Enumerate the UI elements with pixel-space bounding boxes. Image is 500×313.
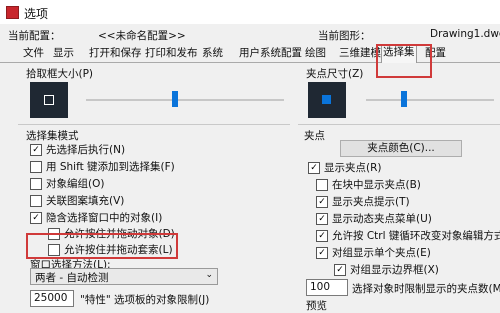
grip-in-blocks[interactable]: 在块中显示夹点(B)	[316, 177, 421, 192]
current-config-label: 当前配置：	[8, 30, 61, 42]
grip-single-group[interactable]: ✓ 对组显示单个夹点(E)	[316, 245, 431, 260]
checkbox-associative-hatch[interactable]	[30, 194, 42, 207]
grips-title: 夹点	[304, 130, 325, 142]
grip-size-title: 夹点尺寸(Z)	[306, 68, 364, 80]
grip-size-preview	[308, 82, 346, 118]
grip-slider-thumb[interactable]	[401, 91, 408, 107]
pickbox-preview	[30, 82, 68, 118]
tab-drafting[interactable]: 绘图	[304, 46, 327, 61]
profile-bar: 当前配置： <<未命名配置>> 当前图形： Drawing1.dwg	[0, 28, 500, 44]
tab-user-preferences[interactable]: 用户系统配置	[238, 46, 303, 61]
grip-ctrl-cycle[interactable]: ✓ 允许按 Ctrl 键循环改变对象编辑方式	[316, 228, 500, 243]
mode-associative-hatch[interactable]: 关联图案填充(V)	[30, 193, 124, 208]
grip-slider-track[interactable]	[366, 99, 494, 101]
tab-plot-publish[interactable]: 打印和发布	[144, 46, 199, 61]
tab-open-save[interactable]: 打开和保存	[88, 46, 143, 61]
preview-title: 预览	[306, 300, 327, 312]
grip-limit-label: 选择对象时限制显示的夹点数(M)	[352, 283, 500, 295]
pickbox-square-icon	[44, 95, 54, 105]
grip-dynamic-menu[interactable]: ✓ 显示动态夹点菜单(U)	[316, 211, 432, 226]
lasso-option-highlight	[26, 233, 178, 259]
checkbox-dynamic-grip-menu[interactable]: ✓	[316, 212, 328, 225]
mode-object-grouping[interactable]: 对象编组(O)	[30, 176, 104, 191]
window-title: 选项	[24, 7, 49, 21]
title-bar: 选项	[0, 0, 500, 24]
selection-tab-highlight	[376, 44, 432, 78]
checkbox-ctrl-cycle[interactable]: ✓	[316, 229, 328, 242]
right-divider	[298, 124, 500, 125]
current-config-value: <<未命名配置>>	[98, 30, 186, 42]
checkbox-single-group-grip[interactable]: ✓	[316, 246, 328, 259]
window-method-value: 两者 - 自动检测	[35, 272, 109, 284]
app-icon	[6, 6, 19, 19]
checkbox-object-grouping[interactable]	[30, 177, 42, 190]
mode-noun-verb[interactable]: ✓ 先选择后执行(N)	[30, 142, 125, 157]
current-drawing-value: Drawing1.dwg	[430, 28, 500, 40]
chevron-down-icon: ⌄	[205, 270, 213, 280]
grip-tips[interactable]: ✓ 显示夹点提示(T)	[316, 194, 410, 209]
tab-files[interactable]: 文件	[22, 46, 45, 61]
grip-show[interactable]: ✓ 显示夹点(R)	[308, 160, 382, 175]
grip-limit-input[interactable]: 100	[306, 279, 348, 296]
checkbox-grips-in-blocks[interactable]	[316, 178, 328, 191]
checkbox-noun-verb[interactable]: ✓	[30, 143, 42, 156]
grip-group-bbox[interactable]: ✓ 对组显示边界框(X)	[334, 262, 439, 277]
window-method-select[interactable]: 两者 - 自动检测 ⌄	[30, 268, 218, 285]
pickbox-slider-track[interactable]	[86, 99, 284, 101]
checkbox-show-grips[interactable]: ✓	[308, 161, 320, 174]
property-limit-label: "特性" 选项板的对象限制(J)	[80, 294, 210, 306]
tab-system[interactable]: 系统	[201, 46, 224, 61]
current-drawing-label: 当前图形：	[318, 30, 371, 42]
left-divider	[18, 124, 290, 125]
checkbox-grip-tips[interactable]: ✓	[316, 195, 328, 208]
mode-implied-windowing[interactable]: ✓ 隐含选择窗口中的对象(I)	[30, 210, 162, 225]
checkbox-implied-windowing[interactable]: ✓	[30, 211, 42, 224]
tab-display[interactable]: 显示	[52, 46, 75, 61]
grip-color-button[interactable]: 夹点颜色(C)...	[340, 140, 462, 157]
pickbox-size-title: 拾取框大小(P)	[26, 68, 94, 80]
checkbox-shift-add[interactable]	[30, 160, 42, 173]
pickbox-slider-thumb[interactable]	[172, 91, 179, 107]
mode-shift-add[interactable]: 用 Shift 键添加到选择集(F)	[30, 159, 175, 174]
property-limit-input[interactable]: 25000	[30, 290, 74, 307]
checkbox-group-bounding-box[interactable]: ✓	[334, 263, 346, 276]
selection-modes-title: 选择集模式	[26, 130, 79, 142]
grip-square-icon	[322, 95, 331, 104]
